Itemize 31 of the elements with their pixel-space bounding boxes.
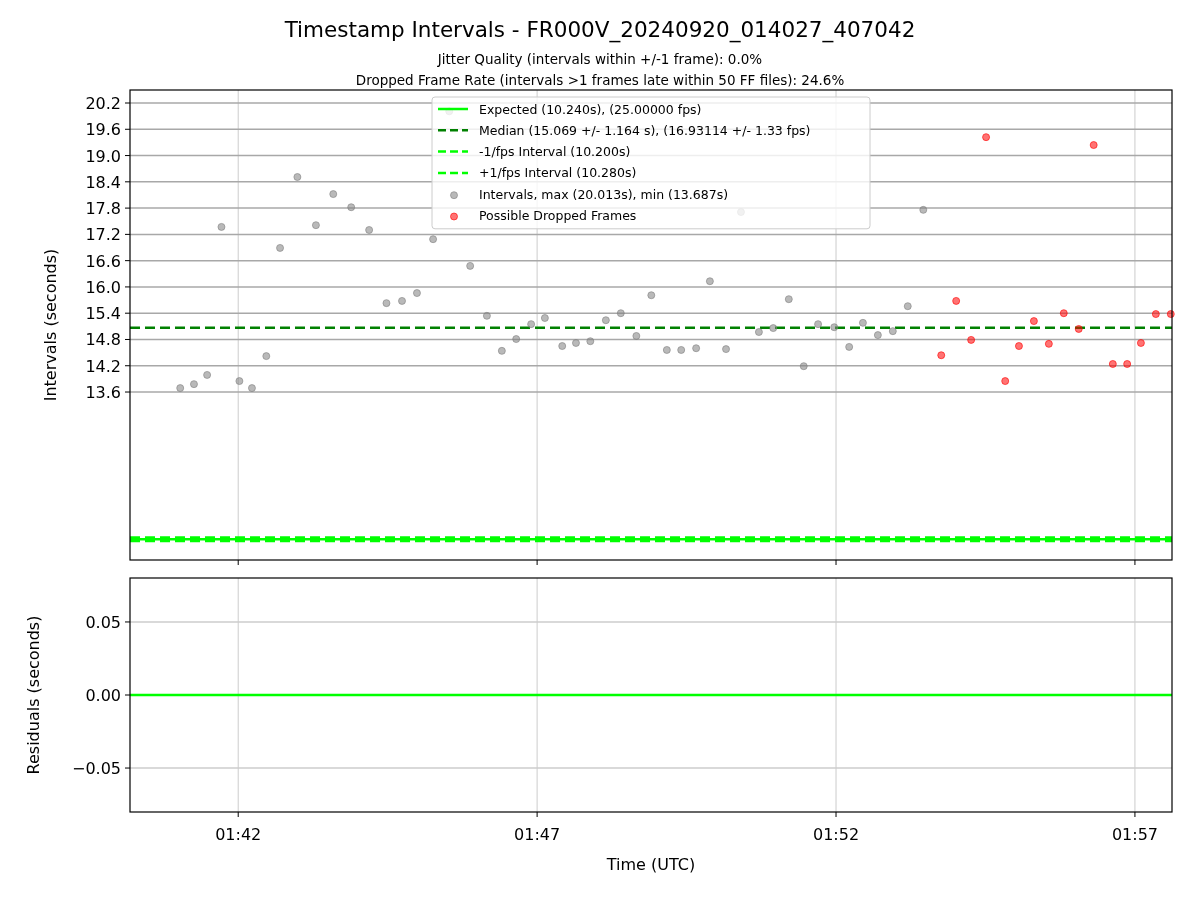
axis-label: Time (UTC) bbox=[606, 855, 696, 874]
tick-label: 19.0 bbox=[85, 146, 121, 166]
chart-subtitle: Dropped Frame Rate (intervals >1 frames late within 50 FF files): 24.6% bbox=[355, 72, 845, 88]
tick-label: 13.6 bbox=[85, 383, 121, 402]
tick-label: 15.4 bbox=[85, 304, 121, 324]
legend-label: -1/fps Interval (10.200s) bbox=[479, 144, 631, 160]
tick-label: 17.8 bbox=[85, 199, 121, 219]
tick-label: 01:47 bbox=[514, 825, 561, 844]
legend-label: Median (15.069 +/- 1.164 s), (16.93114 +/- 1.33 fps) bbox=[479, 122, 811, 138]
tick-label: 16.6 bbox=[85, 251, 121, 271]
legend-label: Possible Dropped Frames bbox=[479, 208, 637, 223]
chart-title: Timestamp Intervals - FR000V_20240920_014027_407042 bbox=[284, 17, 916, 42]
axis-label: Residuals (seconds) bbox=[24, 615, 43, 775]
tick-label: 16.0 bbox=[85, 277, 121, 297]
tick-label: 19.6 bbox=[85, 120, 121, 140]
tick-label: 14.2 bbox=[85, 356, 121, 376]
tick-label: 01:42 bbox=[215, 825, 262, 844]
legend-label: Intervals, max (20.013s), min (13.687s) bbox=[479, 186, 729, 202]
chart-subtitle: Jitter Quality (intervals within +/-1 frame): 0.0% bbox=[437, 51, 763, 67]
tick-label: 01:57 bbox=[1111, 825, 1158, 844]
tick-label: 20.2 bbox=[85, 94, 121, 113]
tick-label: 01:52 bbox=[812, 825, 860, 844]
tick-label: 0.00 bbox=[85, 686, 121, 705]
tick-label: 0.05 bbox=[85, 612, 121, 632]
axis-label: Intervals (seconds) bbox=[41, 248, 60, 402]
legend-label: Expected (10.240s), (25.00000 fps) bbox=[479, 101, 702, 117]
tick-label: 18.4 bbox=[85, 172, 121, 192]
tick-label: 14.8 bbox=[85, 330, 121, 350]
tick-label: −0.05 bbox=[71, 759, 121, 779]
tick-label: 17.2 bbox=[85, 225, 121, 245]
legend-label: +1/fps Interval (10.280s) bbox=[479, 165, 637, 181]
